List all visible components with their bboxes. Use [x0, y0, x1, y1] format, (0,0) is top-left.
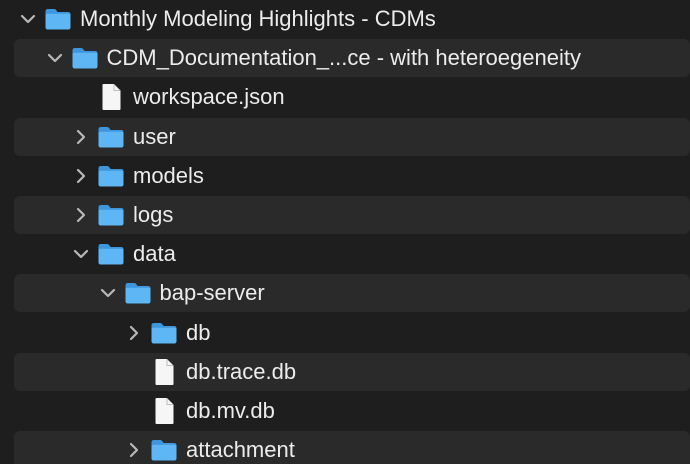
tree-row-folder[interactable]: user [14, 117, 690, 156]
item-label: db [186, 319, 211, 345]
folder-icon [98, 244, 124, 265]
item-label: attachment [186, 437, 295, 463]
document-icon [102, 84, 121, 111]
tree-row-file[interactable]: workspace.json [14, 78, 690, 116]
tree-row-folder[interactable]: Monthly Modeling Highlights - CDMs [0, 0, 690, 38]
folder-icon [98, 126, 124, 148]
chevron-right-icon[interactable] [71, 205, 91, 225]
tree-row-folder[interactable]: bap-server [14, 274, 690, 313]
folder-icon [45, 9, 71, 30]
tree-row-folder[interactable]: CDM_Documentation_...ce - with heteroege… [14, 39, 690, 78]
item-label: data [133, 241, 176, 267]
chevron-down-icon[interactable] [71, 244, 91, 264]
item-label: user [133, 123, 176, 149]
item-label: db.mv.db [186, 398, 275, 423]
item-label: Monthly Modeling Highlights - CDMs [80, 6, 436, 31]
folder-icon [125, 283, 150, 304]
chevron-down-icon[interactable] [45, 48, 65, 68]
tree-row-file[interactable]: db.mv.db [14, 392, 690, 430]
tree-row-file[interactable]: db.trace.db [14, 352, 690, 391]
tree-row-folder[interactable]: data [14, 235, 690, 273]
item-label: CDM_Documentation_...ce - with heteroege… [106, 45, 581, 71]
chevron-right-icon[interactable] [71, 127, 91, 147]
chevron-down-icon[interactable] [98, 283, 118, 303]
tree-row-folder[interactable]: attachment [14, 431, 690, 464]
document-icon [155, 398, 174, 424]
chevron-right-icon[interactable] [124, 323, 144, 343]
folder-icon [98, 205, 124, 226]
file-tree: Monthly Modeling Highlights - CDMs CDM_D… [0, 0, 690, 464]
folder-icon [98, 165, 124, 187]
tree-row-folder[interactable]: logs [14, 196, 690, 234]
item-label: workspace.json [133, 84, 285, 110]
folder-icon [151, 440, 177, 461]
tree-row-folder[interactable]: db [14, 314, 690, 352]
folder-icon [151, 322, 177, 344]
item-label: models [133, 162, 204, 188]
document-icon [155, 358, 174, 385]
chevron-right-icon[interactable] [71, 166, 91, 186]
tree-row-folder[interactable]: models [14, 157, 690, 195]
item-label: logs [133, 202, 174, 227]
folder-icon [72, 48, 97, 69]
item-label: bap-server [159, 280, 265, 306]
item-label: db.trace.db [186, 358, 297, 384]
chevron-down-icon[interactable] [18, 9, 38, 29]
chevron-right-icon[interactable] [124, 440, 144, 460]
